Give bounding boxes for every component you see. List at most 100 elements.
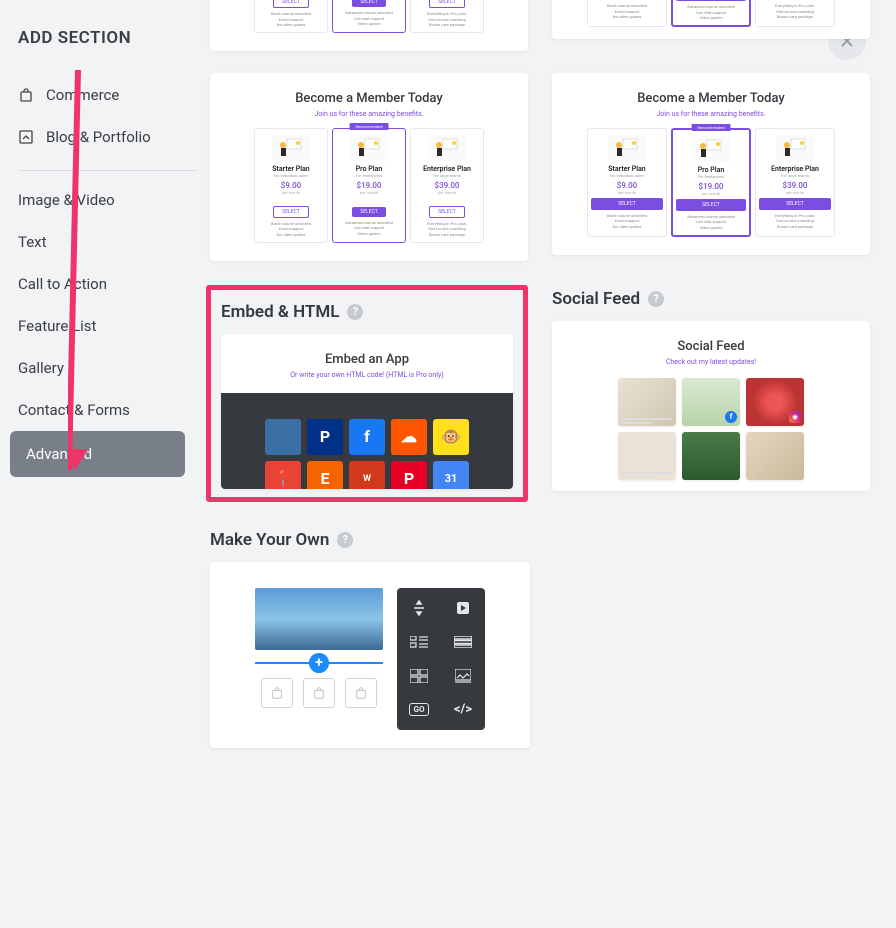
card-sub: Join us for these amazing benefits. <box>224 110 514 118</box>
plan-per: per month <box>591 190 663 195</box>
plan-name: Pro Plan <box>336 165 402 173</box>
select-button[interactable]: SELECT <box>676 0 746 1</box>
sidebar-item-advanced[interactable]: Advanced <box>10 431 185 477</box>
plan-features: Basic course unlockedEmail supportNo vid… <box>258 221 324 238</box>
sidebar-item-text[interactable]: Text <box>18 221 198 263</box>
myo-preview: + <box>255 588 383 708</box>
section-label-text: Make Your Own <box>210 530 329 550</box>
plan-features: Everything in Pro, plus:One-on-one coach… <box>759 3 831 20</box>
pricing-plan[interactable]: Recommended $19.00 per month SELECT Adva… <box>671 0 751 27</box>
select-button[interactable]: SELECT <box>591 198 663 210</box>
code-icon <box>265 419 301 455</box>
pricing-plan[interactable]: Starter Plan For individual users $9.00 … <box>587 128 667 237</box>
sidebar: ADD SECTION Commerce Blog & Portfolio Im… <box>18 28 198 477</box>
select-button[interactable]: SELECT <box>273 206 309 218</box>
pricing-plan[interactable]: Starter Plan For individual users $9.00 … <box>254 128 328 243</box>
plan-for: For large teams <box>759 173 831 178</box>
pricing-plans: $9.00 per month SELECT Basic course unlo… <box>224 0 514 33</box>
plan-for: For large teams <box>414 173 480 178</box>
section-pricing-4[interactable]: Become a Member Today Join us for these … <box>552 73 870 261</box>
pricing-plan[interactable]: Recommended Pro Plan For freelancers $19… <box>671 128 751 237</box>
pricing-plans: Starter Plan For individual users $9.00 … <box>224 128 514 243</box>
select-button[interactable]: SELECT <box>273 0 309 8</box>
help-icon[interactable]: ? <box>347 304 363 320</box>
plan-features: Advanced course unlockedLive chat suppor… <box>676 4 746 21</box>
embed-card[interactable]: Embed an App Or write your own HTML code… <box>221 334 513 489</box>
plan-per: per month <box>759 190 831 195</box>
plan-features: Everything in Pro, plus:One-on-one coach… <box>414 11 480 28</box>
calendar-icon: 31 <box>433 461 469 489</box>
plan-per: per month <box>258 190 324 195</box>
highlight-annotation: Embed & HTML ? Embed an App Or write you… <box>206 285 528 502</box>
pricing-plan[interactable]: Recommended Pro Plan For freelancers $19… <box>332 128 406 243</box>
plan-for: For individual users <box>258 173 324 178</box>
content-area: $9.00 per month SELECT Basic course unlo… <box>210 0 870 776</box>
instagram-icon: ◉ <box>789 411 801 423</box>
plan-per: per month <box>676 191 746 196</box>
sidebar-title: ADD SECTION <box>18 28 198 48</box>
sidebar-item-cta[interactable]: Call to Action <box>18 263 198 305</box>
sidebar-item-blog[interactable]: Blog & Portfolio <box>18 116 198 158</box>
embed-apps-panel: Pf☁🐵📍EWP31 <box>221 393 513 489</box>
sidebar-item-commerce[interactable]: Commerce <box>18 74 198 116</box>
sidebar-item-gallery[interactable]: Gallery <box>18 347 198 389</box>
sidebar-item-image-video[interactable]: Image & Video <box>18 179 198 221</box>
product-placeholder <box>261 678 293 708</box>
plan-name: Pro Plan <box>676 166 746 174</box>
select-button[interactable]: SELECT <box>352 0 386 7</box>
plan-illustration <box>428 135 466 161</box>
facebook-icon: f <box>725 411 737 423</box>
pricing-plan[interactable]: $9.00 per month SELECT Basic course unlo… <box>587 0 667 27</box>
social-tile <box>618 432 676 480</box>
image-placeholder <box>255 588 383 650</box>
pricing-plan[interactable]: $39.00 per month SELECT Everything in Pr… <box>410 0 484 33</box>
card-heading: Become a Member Today <box>224 91 514 106</box>
select-button[interactable]: SELECT <box>429 0 465 8</box>
pricing-plan[interactable]: $39.00 per month SELECT Everything in Pr… <box>755 0 835 27</box>
social-card[interactable]: Social Feed Check out my latest updates!… <box>552 321 870 491</box>
plan-price: $9.00 <box>258 181 324 190</box>
sidebar-item-feature-list[interactable]: Feature List <box>18 305 198 347</box>
pinterest-icon: P <box>391 461 427 489</box>
plus-icon: + <box>309 653 329 673</box>
select-button[interactable]: SELECT <box>352 207 386 217</box>
wufoo-icon: W <box>349 461 385 489</box>
card-sub: Or write your own HTML code! (HTML is Pr… <box>235 371 499 379</box>
sidebar-item-label: Blog & Portfolio <box>46 128 151 146</box>
card-heading: Become a Member Today <box>566 91 856 106</box>
select-button[interactable]: SELECT <box>759 198 831 210</box>
edit-icon <box>18 129 34 145</box>
plan-features: Advanced course unlockedLive chat suppor… <box>336 10 402 27</box>
section-label: Embed & HTML ? <box>221 302 513 322</box>
section-label: Make Your Own ? <box>210 530 530 550</box>
section-pricing-2[interactable]: $9.00 per month SELECT Basic course unlo… <box>552 0 870 51</box>
soundcloud-icon: ☁ <box>391 419 427 455</box>
sidebar-item-contact-forms[interactable]: Contact & Forms <box>18 389 198 431</box>
pricing-plan[interactable]: Enterprise Plan For large teams $39.00 p… <box>755 128 835 237</box>
recommended-badge: Recommended <box>350 123 389 130</box>
plan-name: Enterprise Plan <box>414 165 480 173</box>
help-icon[interactable]: ? <box>337 532 353 548</box>
section-make-your-own: Make Your Own ? + <box>210 530 530 748</box>
pricing-plan[interactable]: Enterprise Plan For large teams $39.00 p… <box>410 128 484 243</box>
card-sub: Join us for these amazing benefits. <box>566 110 856 118</box>
section-label: Social Feed ? <box>552 289 870 309</box>
plan-for: For freelancers <box>676 174 746 179</box>
plan-illustration <box>608 135 646 161</box>
select-button[interactable]: SELECT <box>429 206 465 218</box>
social-tile: f <box>682 378 740 426</box>
card-heading: Embed an App <box>235 352 499 367</box>
pricing-plan[interactable]: Recommended $19.00 per month SELECT Adva… <box>332 0 406 33</box>
sidebar-item-label: Commerce <box>46 86 119 104</box>
myo-card[interactable]: + GO <box>210 562 530 748</box>
pricing-plan[interactable]: $9.00 per month SELECT Basic course unlo… <box>254 0 328 33</box>
facebook-icon: f <box>349 419 385 455</box>
mailchimp-icon: 🐵 <box>433 419 469 455</box>
select-button[interactable]: SELECT <box>676 199 746 211</box>
paypal-icon: P <box>307 419 343 455</box>
section-pricing-1[interactable]: $9.00 per month SELECT Basic course unlo… <box>210 0 528 51</box>
section-pricing-3[interactable]: Become a Member Today Join us for these … <box>210 73 528 261</box>
help-icon[interactable]: ? <box>648 291 664 307</box>
plan-for: For freelancers <box>336 173 402 178</box>
code-icon: </> <box>449 700 477 720</box>
